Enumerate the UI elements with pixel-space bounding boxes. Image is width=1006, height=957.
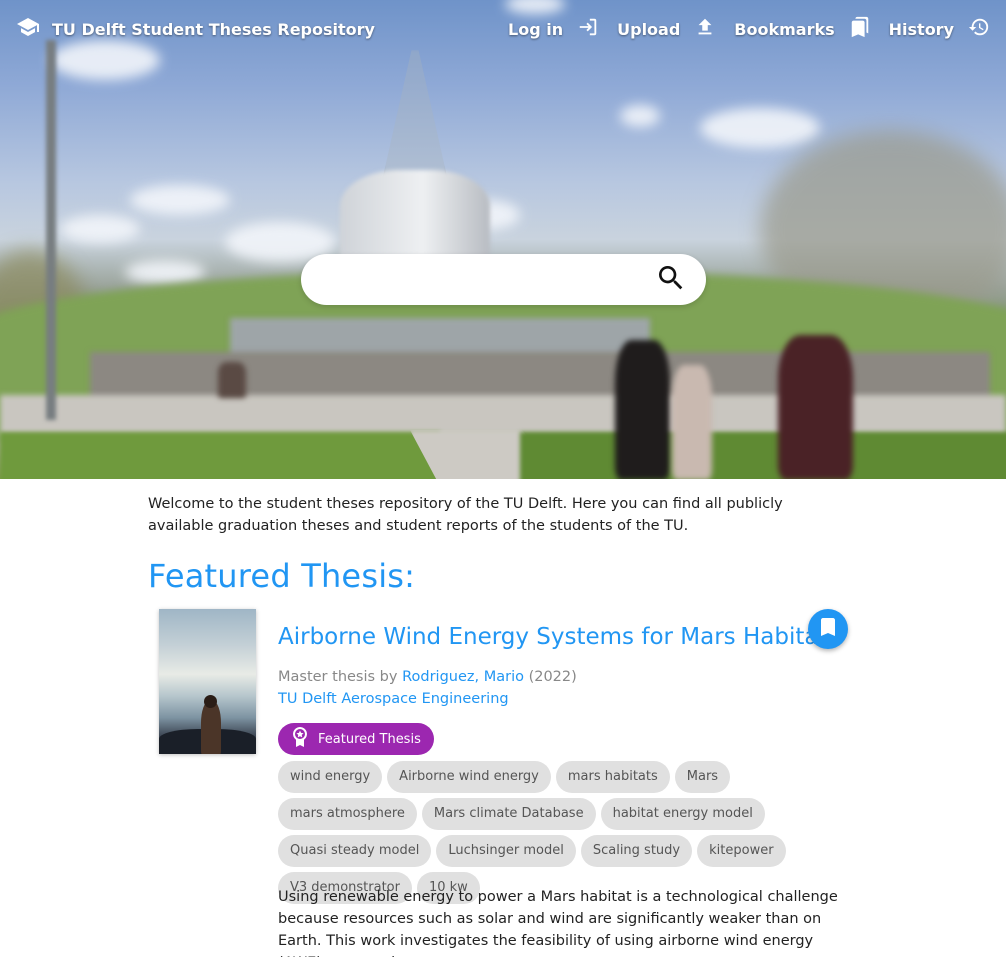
brand-title: TU Delft Student Theses Repository (52, 19, 375, 39)
thesis-meta: Master thesis by Rodriguez, Mario (2022) (278, 666, 577, 688)
nav-links: Log in Upload Bookmarks History (490, 16, 990, 42)
history-link[interactable]: History (889, 16, 990, 42)
keyword-chip[interactable]: kitepower (697, 835, 786, 867)
thesis-thumbnail[interactable] (159, 609, 256, 754)
login-label: Log in (508, 19, 564, 39)
featured-section-title: Featured Thesis: (148, 557, 416, 595)
upload-icon (694, 16, 716, 42)
thesis-abstract: Using renewable energy to power a Mars h… (278, 889, 838, 957)
keyword-chip[interactable]: habitat energy model (600, 798, 765, 830)
brand[interactable]: TU Delft Student Theses Repository (16, 15, 375, 43)
search-icon (655, 262, 687, 298)
login-icon (577, 16, 599, 42)
upload-link[interactable]: Upload (617, 16, 716, 42)
keyword-chips: wind energy Airborne wind energy mars ha… (278, 761, 858, 904)
search-bar (301, 254, 706, 305)
faculty-link[interactable]: TU Delft Aerospace Engineering (278, 688, 509, 710)
bookmark-button[interactable] (808, 609, 848, 649)
intro-text: Welcome to the student theses repository… (148, 496, 783, 534)
author-link[interactable]: Rodriguez, Mario (402, 669, 524, 685)
top-navigation-bar: TU Delft Student Theses Repository Log i… (0, 0, 1006, 58)
bookmarks-icon (849, 16, 871, 42)
bookmark-icon (820, 618, 836, 640)
graduation-cap-icon (16, 15, 40, 43)
keyword-chip[interactable]: Airborne wind energy (387, 761, 551, 793)
thesis-type: Master thesis by (278, 669, 398, 685)
upload-label: Upload (617, 19, 681, 39)
history-label: History (888, 19, 954, 39)
award-icon (288, 725, 312, 753)
search-input[interactable] (301, 254, 648, 305)
login-link[interactable]: Log in (508, 16, 599, 42)
keyword-chip[interactable]: Mars climate Database (421, 798, 596, 830)
featured-badge-label: Featured Thesis (318, 731, 421, 747)
keyword-chip[interactable]: Mars (674, 761, 731, 793)
keyword-chip[interactable]: wind energy (278, 761, 383, 793)
search-button[interactable] (648, 257, 694, 303)
bookmarks-link[interactable]: Bookmarks (734, 16, 870, 42)
keyword-chip[interactable]: Quasi steady model (278, 835, 432, 867)
keyword-chip[interactable]: Luchsinger model (436, 835, 576, 867)
keyword-chip[interactable]: mars atmosphere (278, 798, 417, 830)
thesis-year: (2022) (528, 669, 577, 685)
hero-banner (0, 0, 1006, 479)
history-icon (968, 16, 990, 42)
bookmarks-label: Bookmarks (734, 19, 835, 39)
featured-badge: Featured Thesis (278, 723, 434, 755)
keyword-chip[interactable]: Scaling study (580, 835, 693, 867)
thesis-title-link[interactable]: Airborne Wind Energy Systems for Mars Ha… (278, 624, 839, 650)
keyword-chip[interactable]: mars habitats (555, 761, 670, 793)
